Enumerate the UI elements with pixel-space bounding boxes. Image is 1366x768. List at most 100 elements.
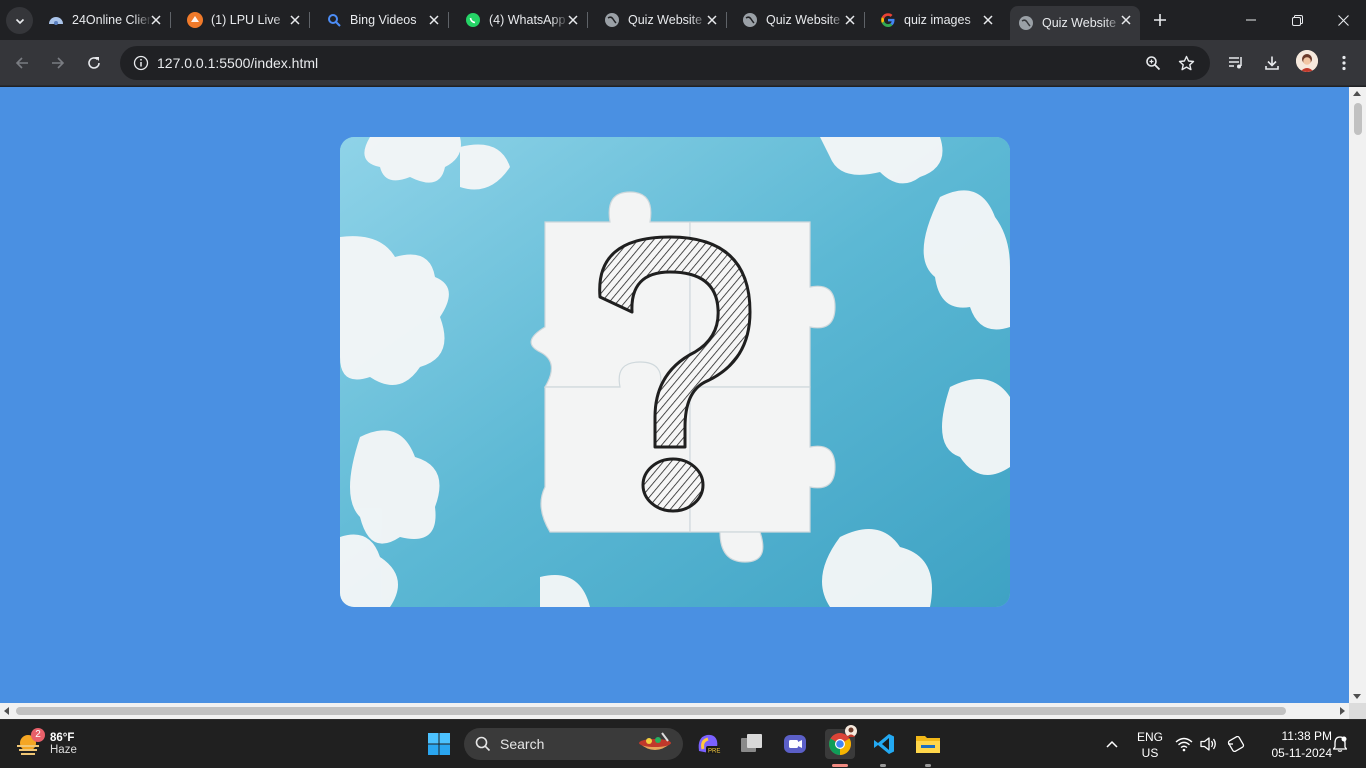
clock-date: 05-11-2024 xyxy=(1271,746,1333,760)
lpu-live-icon xyxy=(187,12,203,28)
whatsapp-icon xyxy=(465,12,481,28)
reload-icon xyxy=(88,57,100,69)
tab-separator xyxy=(170,12,171,28)
battery-icon[interactable] xyxy=(1223,729,1247,759)
media-controls-button[interactable] xyxy=(1222,49,1250,77)
browser-tab[interactable]: Quiz Website xyxy=(734,6,865,34)
forward-button[interactable] xyxy=(44,49,72,77)
browser-tab[interactable]: (4) WhatsApp xyxy=(457,6,588,34)
vertical-scroll-thumb[interactable] xyxy=(1354,103,1362,135)
browser-tab[interactable]: Bing Videos xyxy=(318,6,449,34)
file-explorer-icon[interactable] xyxy=(913,729,943,759)
tab-separator xyxy=(448,12,449,28)
tab-title: 24Online Client xyxy=(72,13,152,27)
profile-avatar[interactable] xyxy=(1296,50,1318,72)
clock[interactable]: 11:38 PM 05-11-2024 xyxy=(1252,729,1333,760)
explorer-running-indicator xyxy=(925,764,931,767)
tab-close-icon[interactable] xyxy=(1118,12,1134,28)
quiz-hero-image xyxy=(340,137,1010,607)
zoom-icon[interactable] xyxy=(1141,51,1165,75)
task-view-icon[interactable] xyxy=(737,729,767,759)
tab-title: quiz images xyxy=(904,13,971,27)
site-info-icon[interactable] xyxy=(128,50,154,76)
globe-icon xyxy=(604,12,620,28)
tab-close-icon[interactable] xyxy=(148,12,164,28)
wifi-icon[interactable] xyxy=(1173,729,1195,759)
chevron-down-icon xyxy=(15,18,24,24)
scroll-right-arrow-icon[interactable] xyxy=(1340,707,1345,715)
weather-widget[interactable]: 86°F Haze xyxy=(14,727,77,761)
browser-tab[interactable]: 24Online Client xyxy=(40,6,171,34)
plus-icon xyxy=(1154,14,1166,26)
tab-close-icon[interactable] xyxy=(980,12,996,28)
weather-condition: Haze xyxy=(50,744,77,756)
scroll-down-arrow-icon[interactable] xyxy=(1353,694,1361,699)
puzzle-question-mark-image xyxy=(340,137,1010,607)
weather-temperature: 86°F xyxy=(50,732,75,744)
horizontal-scroll-thumb[interactable] xyxy=(16,707,1286,715)
tab-separator xyxy=(864,12,865,28)
language-indicator[interactable]: ENG US xyxy=(1133,730,1167,760)
horizontal-scrollbar[interactable] xyxy=(0,703,1349,719)
browser-tab[interactable]: (1) LPU Live xyxy=(179,6,310,34)
close-icon xyxy=(1337,14,1349,26)
region-code: US xyxy=(1141,746,1159,760)
teams-meet-icon[interactable] xyxy=(780,729,810,759)
tab-separator xyxy=(726,12,727,28)
media-queue-icon xyxy=(1229,57,1242,69)
taskbar-search-box[interactable]: Search xyxy=(464,728,683,760)
globe-icon xyxy=(1018,15,1034,31)
notification-badge: 2 xyxy=(31,728,45,742)
scroll-left-arrow-icon[interactable] xyxy=(4,707,9,715)
language-code: ENG xyxy=(1136,730,1163,744)
clock-time: 11:38 PM xyxy=(1281,729,1332,743)
tab-title: Bing Videos xyxy=(350,13,417,27)
arrow-left-icon xyxy=(15,57,28,69)
tab-title: Quiz Website xyxy=(766,13,841,27)
tab-close-icon[interactable] xyxy=(565,12,581,28)
svg-text:PRE: PRE xyxy=(708,749,720,755)
tab-close-icon[interactable] xyxy=(426,12,442,28)
tab-close-icon[interactable] xyxy=(287,12,303,28)
tab-title: Quiz Website xyxy=(628,13,703,27)
copilot-app-icon[interactable]: PRE xyxy=(693,729,723,759)
close-window-button[interactable] xyxy=(1320,0,1366,40)
reload-button[interactable] xyxy=(80,49,108,77)
tab-close-icon[interactable] xyxy=(842,12,858,28)
downloads-button[interactable] xyxy=(1258,49,1286,77)
start-button[interactable] xyxy=(424,729,454,759)
browser-menu-button[interactable] xyxy=(1330,49,1358,77)
tab-search-button[interactable] xyxy=(6,7,33,34)
search-icon xyxy=(475,736,491,752)
notification-center-icon[interactable] xyxy=(1331,729,1349,759)
chrome-app-icon[interactable] xyxy=(825,725,857,759)
url-text[interactable]: 127.0.0.1:5500/index.html xyxy=(157,55,318,71)
browser-tab-active[interactable]: Quiz Website xyxy=(1010,6,1140,40)
kebab-menu-icon xyxy=(1342,55,1346,71)
tab-title: (4) WhatsApp xyxy=(489,13,566,27)
restore-button[interactable] xyxy=(1274,0,1320,40)
back-button[interactable] xyxy=(8,49,36,77)
restore-icon xyxy=(1291,14,1303,26)
vertical-scrollbar[interactable] xyxy=(1349,87,1366,703)
search-highlight-icon xyxy=(639,732,671,750)
arrow-right-icon xyxy=(52,57,65,69)
chrome-running-indicator xyxy=(832,764,848,767)
google-icon xyxy=(880,12,896,28)
minimize-button[interactable] xyxy=(1228,0,1274,40)
address-bar[interactable]: 127.0.0.1:5500/index.html xyxy=(120,46,1210,80)
browser-tab[interactable]: quiz images xyxy=(872,6,1002,34)
volume-icon[interactable] xyxy=(1198,729,1220,759)
bookmark-star-icon[interactable] xyxy=(1174,51,1198,75)
tab-separator xyxy=(587,12,588,28)
show-hidden-icons-button[interactable] xyxy=(1097,729,1127,759)
windows-taskbar: 86°F Haze 2 Search PRE ENG US 11:38 PM 0… xyxy=(0,719,1366,768)
tab-strip: 24Online Client (1) LPU Live Bing Videos… xyxy=(0,0,1366,40)
scroll-up-arrow-icon[interactable] xyxy=(1353,91,1361,96)
minimize-icon xyxy=(1246,19,1256,21)
vscode-app-icon[interactable] xyxy=(869,729,899,759)
browser-tab[interactable]: Quiz Website xyxy=(596,6,727,34)
new-tab-button[interactable] xyxy=(1148,8,1172,32)
tab-title: (1) LPU Live xyxy=(211,13,281,27)
tab-close-icon[interactable] xyxy=(704,12,720,28)
